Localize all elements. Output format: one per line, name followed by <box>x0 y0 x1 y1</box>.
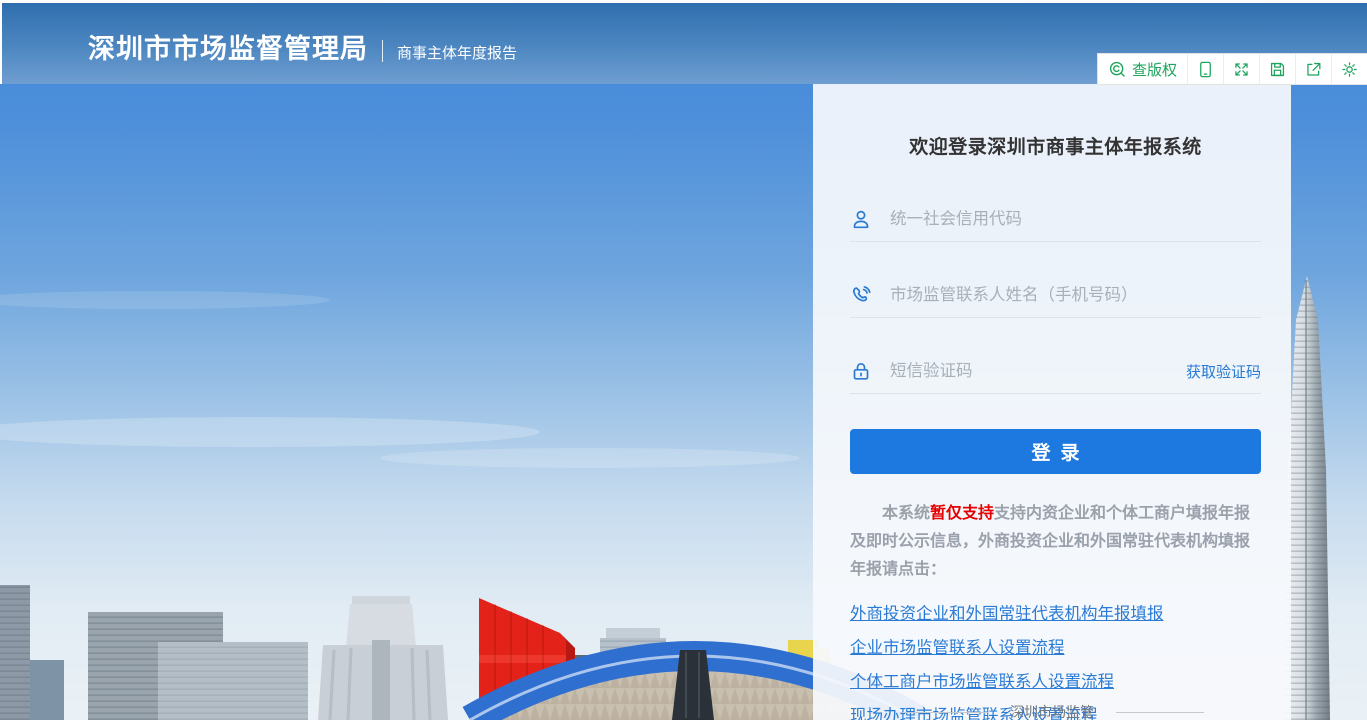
sms-code-field-row: 获取验证码 <box>850 349 1261 394</box>
notice-highlight: 暂仅支持 <box>930 505 994 522</box>
link-enterprise-contact-setup[interactable]: 企业市场监管联系人设置流程 <box>850 634 1261 658</box>
login-button[interactable]: 登录 <box>850 429 1261 474</box>
footer-line-right <box>1116 712 1204 713</box>
user-icon <box>850 208 872 230</box>
accessibility-toolbar: 查版权 <box>1097 53 1367 85</box>
link-foreign-annual-report[interactable]: 外商投资企业和外国常驻代表机构年报填报 <box>850 600 1261 624</box>
save-button[interactable] <box>1259 54 1295 84</box>
footer-line-left <box>900 712 988 713</box>
copyright-search-icon <box>1108 60 1127 79</box>
contact-name-field-row <box>850 273 1261 318</box>
fullscreen-icon <box>1232 60 1251 79</box>
check-copyright-label: 查版权 <box>1132 59 1177 80</box>
contact-name-input[interactable] <box>888 285 1261 306</box>
share-button[interactable] <box>1295 54 1331 84</box>
check-copyright-button[interactable]: 查版权 <box>1098 54 1187 84</box>
credit-code-input[interactable] <box>888 209 1261 230</box>
fullscreen-button[interactable] <box>1223 54 1259 84</box>
credit-code-field-row <box>850 197 1261 242</box>
system-notice: 本系统暂仅支持支持内资企业和个体工商户填报年报及即时公示信息，外商投资企业和外国… <box>850 500 1261 584</box>
title-divider <box>382 40 383 62</box>
get-code-link[interactable]: 获取验证码 <box>1186 361 1261 382</box>
settings-button[interactable] <box>1331 54 1367 84</box>
gear-icon <box>1340 60 1359 79</box>
mobile-view-button[interactable] <box>1187 54 1223 84</box>
login-title: 欢迎登录深圳市商事主体年报系统 <box>850 132 1261 159</box>
lock-icon <box>850 360 872 382</box>
floppy-save-icon <box>1268 60 1287 79</box>
sms-code-input[interactable] <box>888 361 1186 382</box>
panel-footer: 深圳市场监管 <box>813 702 1291 720</box>
notice-prefix: 本系统 <box>882 505 930 522</box>
screen: 深圳市市场监督管理局 商事主体年度报告 查版权 <box>0 0 1367 720</box>
site-subtitle: 商事主体年度报告 <box>397 42 517 63</box>
site-title: 深圳市市场监督管理局 <box>88 29 368 69</box>
footer-text: 深圳市场监管 <box>1010 702 1094 720</box>
link-individual-contact-setup[interactable]: 个体工商户市场监管联系人设置流程 <box>850 668 1261 692</box>
share-icon <box>1304 60 1323 79</box>
tablet-icon <box>1196 60 1215 79</box>
phone-icon <box>850 284 872 306</box>
login-panel: 欢迎登录深圳市商事主体年报系统 获取验证码 <box>813 84 1291 720</box>
